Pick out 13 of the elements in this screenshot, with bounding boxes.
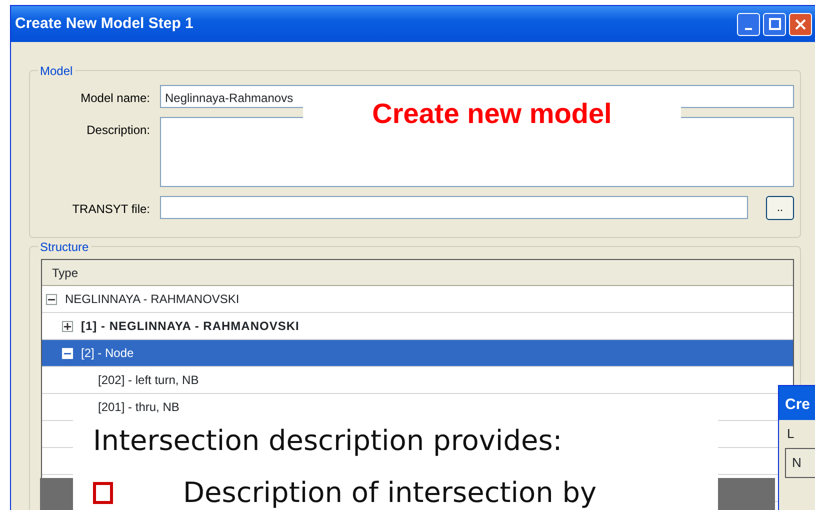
- field-label: Description:: [86, 122, 150, 139]
- window-title: Create New Model Step 1: [15, 14, 194, 34]
- bullet-text: Description of intersection by: [183, 475, 597, 510]
- tree-row[interactable]: [2] - Node: [42, 340, 793, 367]
- slide-heading: Intersection description provides:: [93, 423, 564, 459]
- tree-row[interactable]: NEGLINNAYA - RAHMANOVSKI: [42, 286, 793, 313]
- column-header: N: [785, 448, 815, 478]
- field-label: TRANSYT file:: [71, 201, 150, 218]
- column-header: Type: [42, 260, 793, 286]
- browse-button[interactable]: ..: [766, 196, 794, 220]
- window-title: Cre: [779, 386, 815, 420]
- field-label: Model name:: [80, 90, 150, 107]
- field-label: L: [786, 425, 796, 443]
